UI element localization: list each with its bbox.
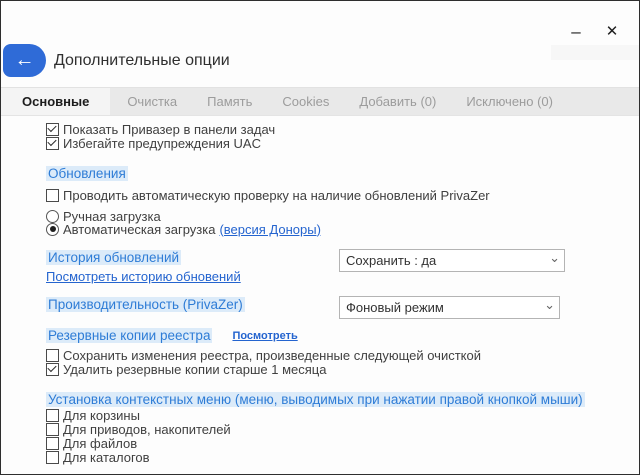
registry-heading: Резервные копии реестра	[46, 328, 213, 343]
checkbox-icon	[46, 450, 59, 464]
checkbox-label: Избегайте предупреждения UAC	[63, 135, 261, 151]
history-label: История обновлений	[46, 250, 182, 265]
checkbox-label: Для корзины	[63, 407, 140, 423]
view-update-history-link[interactable]: Посмотреть историю обновений	[46, 269, 241, 284]
tab-add[interactable]: Добавить (0)	[346, 88, 449, 115]
checkbox-show-in-taskbar[interactable]: Показать Привазер в панели задач	[46, 121, 276, 137]
options-window: – ✕ ← Дополнительные опции Основные Очис…	[0, 0, 640, 475]
checkbox-auto-check-updates[interactable]: Проводить автоматическую проверку на нал…	[46, 187, 490, 203]
minimize-icon: –	[571, 22, 581, 41]
checkbox-icon	[46, 436, 59, 450]
radio-label: Автоматическая загрузка	[63, 221, 216, 237]
performance-dropdown[interactable]: Фоновый режим ⌄	[339, 296, 560, 319]
checkbox-label: Удалить резервные копии старше 1 месяца	[63, 361, 327, 377]
minimize-button[interactable]: –	[561, 21, 591, 43]
checkbox-recycle-bin[interactable]: Для корзины	[46, 407, 140, 423]
updates-heading: Обновления	[46, 166, 128, 181]
registry-section: Резервные копии реестра Посмотреть	[46, 327, 298, 344]
close-button[interactable]: ✕	[597, 21, 627, 43]
checkbox-icon	[46, 136, 59, 150]
donors-version-link[interactable]: (версия Доноры)	[219, 222, 320, 237]
close-icon: ✕	[605, 23, 619, 40]
context-menus-section: Установка контекстных меню (меню, выводи…	[46, 391, 585, 408]
checkbox-avoid-uac[interactable]: Избегайте предупреждения UAC	[46, 135, 261, 151]
checkbox-delete-old-backups[interactable]: Удалить резервные копии старше 1 месяца	[46, 361, 327, 377]
tab-memory[interactable]: Память	[194, 88, 265, 115]
back-button[interactable]: ←	[3, 44, 46, 77]
checkbox-label: Сохранить изменения реестра, произведенн…	[63, 347, 481, 363]
performance-label-row: Производительность (PrivaZer)	[46, 296, 245, 313]
checkbox-icon	[46, 408, 59, 422]
checkbox-label: Для каталогов	[63, 449, 150, 465]
page-title: Дополнительные опции	[54, 52, 230, 69]
view-history-row: Посмотреть историю обновений	[46, 269, 241, 284]
performance-label: Производительность (PrivaZer)	[46, 297, 245, 312]
dropdown-value: Фоновый режим	[346, 300, 444, 315]
checkbox-label: Для файлов	[63, 435, 138, 451]
radio-icon	[46, 209, 59, 223]
faint-highlight	[551, 45, 639, 60]
tab-cookies[interactable]: Cookies	[269, 88, 342, 115]
checkbox-label: Проводить автоматическую проверку на нал…	[63, 187, 490, 203]
checkbox-drives[interactable]: Для приводов, накопителей	[46, 421, 231, 437]
updates-section: Обновления	[46, 165, 128, 182]
checkbox-icon	[46, 422, 59, 436]
tab-excluded[interactable]: Исключено (0)	[453, 88, 566, 115]
chevron-down-icon: ⌄	[544, 296, 555, 312]
history-dropdown[interactable]: Сохранить : да ⌄	[339, 249, 565, 272]
checkbox-label: Показать Привазер в панели задач	[63, 121, 276, 137]
checkbox-icon	[46, 362, 59, 376]
tab-general[interactable]: Основные	[1, 88, 111, 115]
chevron-down-icon: ⌄	[549, 249, 560, 265]
checkbox-files[interactable]: Для файлов	[46, 435, 138, 451]
view-backups-link[interactable]: Посмотреть	[232, 330, 297, 342]
checkbox-label: Для приводов, накопителей	[63, 421, 231, 437]
radio-auto-download[interactable]: Автоматическая загрузка (версия Доноры)	[46, 221, 321, 237]
dropdown-value: Сохранить : да	[346, 253, 437, 268]
history-label-row: История обновлений	[46, 249, 182, 266]
context-menus-heading: Установка контекстных меню (меню, выводи…	[46, 392, 585, 407]
tab-bar: Основные Очистка Память Cookies Добавить…	[1, 87, 639, 116]
back-arrow-icon: ←	[14, 48, 35, 71]
radio-icon	[46, 222, 59, 236]
tab-cleanup[interactable]: Очистка	[114, 88, 190, 115]
checkbox-icon	[46, 348, 59, 362]
checkbox-icon	[46, 188, 59, 202]
checkbox-icon	[46, 122, 59, 136]
checkbox-directories[interactable]: Для каталогов	[46, 449, 150, 465]
checkbox-save-registry-changes[interactable]: Сохранить изменения реестра, произведенн…	[46, 347, 481, 363]
